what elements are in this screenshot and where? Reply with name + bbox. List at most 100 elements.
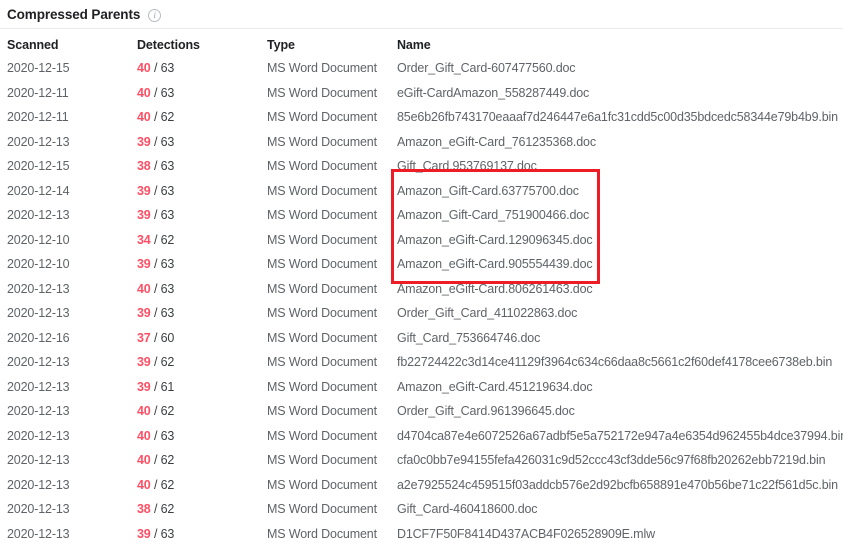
cell-name[interactable]: cfa0c0bb7e94155fefa426031c9d52ccc43cf3dd…: [390, 448, 843, 473]
table-row[interactable]: 2020-12-1540 / 63MS Word DocumentOrder_G…: [0, 56, 843, 81]
cell-type: MS Word Document: [260, 326, 390, 351]
header-divider: [0, 28, 843, 29]
cell-name[interactable]: Gift_Card-460418600.doc: [390, 497, 843, 522]
detection-total: / 63: [154, 159, 174, 173]
cell-name[interactable]: D1CF7F50F8414D437ACB4F026528909E.mlw: [390, 522, 843, 546]
table-row[interactable]: 2020-12-1340 / 62MS Word Documenta2e7925…: [0, 473, 843, 498]
detection-total: / 63: [154, 208, 174, 222]
cell-scanned: 2020-12-13: [0, 497, 130, 522]
cell-name[interactable]: Amazon_eGift-Card_761235368.doc: [390, 130, 843, 155]
compressed-parents-table: Scanned Detections Type Name 2020-12-154…: [0, 34, 843, 546]
cell-detections: 39 / 63: [130, 301, 260, 326]
cell-name[interactable]: Gift_Card.953769137.doc: [390, 154, 843, 179]
cell-scanned: 2020-12-11: [0, 81, 130, 106]
cell-name[interactable]: Gift_Card_753664746.doc: [390, 326, 843, 351]
cell-name[interactable]: Amazon_Gift-Card_751900466.doc: [390, 203, 843, 228]
cell-type: MS Word Document: [260, 522, 390, 546]
cell-type: MS Word Document: [260, 203, 390, 228]
detection-hits: 34: [137, 233, 151, 247]
cell-name[interactable]: fb22724422c3d14ce41129f3964c634c66daa8c5…: [390, 350, 843, 375]
column-header-scanned[interactable]: Scanned: [0, 34, 130, 56]
cell-type: MS Word Document: [260, 497, 390, 522]
table-row[interactable]: 2020-12-1340 / 63MS Word DocumentAmazon_…: [0, 277, 843, 302]
detection-hits: 37: [137, 331, 151, 345]
cell-detections: 38 / 63: [130, 154, 260, 179]
table-row[interactable]: 2020-12-1340 / 63MS Word Documentd4704ca…: [0, 424, 843, 449]
detection-total: / 61: [154, 380, 174, 394]
detection-total: / 62: [154, 478, 174, 492]
detection-hits: 39: [137, 306, 151, 320]
table-header: Scanned Detections Type Name: [0, 34, 843, 56]
cell-name[interactable]: Amazon_eGift-Card.451219634.doc: [390, 375, 843, 400]
cell-detections: 40 / 63: [130, 81, 260, 106]
cell-type: MS Word Document: [260, 399, 390, 424]
column-header-detections[interactable]: Detections: [130, 34, 260, 56]
column-header-name[interactable]: Name: [390, 34, 843, 56]
table-row[interactable]: 2020-12-1339 / 62MS Word Documentfb22724…: [0, 350, 843, 375]
table-row[interactable]: 2020-12-1140 / 62MS Word Document85e6b26…: [0, 105, 843, 130]
cell-detections: 39 / 62: [130, 350, 260, 375]
table-row[interactable]: 2020-12-1339 / 63MS Word DocumentOrder_G…: [0, 301, 843, 326]
panel-header: Compressed Parents i: [0, 0, 843, 22]
cell-type: MS Word Document: [260, 105, 390, 130]
detection-total: / 63: [154, 257, 174, 271]
cell-name[interactable]: d4704ca87e4e6072526a67adbf5e5a752172e947…: [390, 424, 843, 449]
table-row[interactable]: 2020-12-1034 / 62MS Word DocumentAmazon_…: [0, 228, 843, 253]
cell-name[interactable]: Amazon_eGift-Card.905554439.doc: [390, 252, 843, 277]
cell-detections: 40 / 63: [130, 424, 260, 449]
cell-name[interactable]: Order_Gift_Card.961396645.doc: [390, 399, 843, 424]
table-row[interactable]: 2020-12-1339 / 63MS Word DocumentAmazon_…: [0, 130, 843, 155]
table-row[interactable]: 2020-12-1637 / 60MS Word DocumentGift_Ca…: [0, 326, 843, 351]
cell-type: MS Word Document: [260, 301, 390, 326]
cell-scanned: 2020-12-13: [0, 277, 130, 302]
table-row[interactable]: 2020-12-1340 / 62MS Word DocumentOrder_G…: [0, 399, 843, 424]
detection-hits: 40: [137, 478, 151, 492]
cell-type: MS Word Document: [260, 375, 390, 400]
page-title: Compressed Parents: [7, 7, 140, 22]
table-row[interactable]: 2020-12-1039 / 63MS Word DocumentAmazon_…: [0, 252, 843, 277]
table-header-row: Scanned Detections Type Name: [0, 34, 843, 56]
cell-scanned: 2020-12-16: [0, 326, 130, 351]
cell-scanned: 2020-12-13: [0, 130, 130, 155]
cell-type: MS Word Document: [260, 179, 390, 204]
detection-total: / 63: [154, 527, 174, 541]
table-row[interactable]: 2020-12-1339 / 63MS Word DocumentD1CF7F5…: [0, 522, 843, 546]
table-row[interactable]: 2020-12-1340 / 62MS Word Documentcfa0c0b…: [0, 448, 843, 473]
detection-hits: 39: [137, 380, 151, 394]
table-row[interactable]: 2020-12-1439 / 63MS Word DocumentAmazon_…: [0, 179, 843, 204]
cell-name[interactable]: eGift-CardAmazon_558287449.doc: [390, 81, 843, 106]
cell-scanned: 2020-12-13: [0, 375, 130, 400]
detection-hits: 39: [137, 257, 151, 271]
cell-name[interactable]: Amazon_eGift-Card.129096345.doc: [390, 228, 843, 253]
cell-detections: 40 / 63: [130, 277, 260, 302]
table-row[interactable]: 2020-12-1339 / 63MS Word DocumentAmazon_…: [0, 203, 843, 228]
cell-type: MS Word Document: [260, 350, 390, 375]
table-row[interactable]: 2020-12-13 39 / 61 MS Word DocumentAmazon_…: [0, 375, 843, 400]
cell-detections: 39 / 63: [130, 203, 260, 228]
cell-name[interactable]: Amazon_eGift-Card.806261463.doc: [390, 277, 843, 302]
detection-hits: 40: [137, 282, 151, 296]
table-row[interactable]: 2020-12-1140 / 63MS Word DocumenteGift-C…: [0, 81, 843, 106]
detection-total: / 63: [154, 282, 174, 296]
cell-scanned: 2020-12-13: [0, 522, 130, 546]
cell-name[interactable]: Order_Gift_Card_411022863.doc: [390, 301, 843, 326]
table-row[interactable]: 2020-12-1338 / 62MS Word DocumentGift_Ca…: [0, 497, 843, 522]
info-icon[interactable]: i: [148, 9, 161, 22]
cell-name[interactable]: Order_Gift_Card-607477560.doc: [390, 56, 843, 81]
cell-type: MS Word Document: [260, 130, 390, 155]
detection-hits: 40: [137, 110, 151, 124]
detection-total: / 62: [154, 502, 174, 516]
cell-scanned: 2020-12-15: [0, 56, 130, 81]
cell-name[interactable]: a2e7925524c459515f03addcb576e2d92bcfb658…: [390, 473, 843, 498]
cell-detections: 39 / 63: [130, 522, 260, 546]
cell-detections: 40 / 62: [130, 105, 260, 130]
table-row[interactable]: 2020-12-1538 / 63MS Word DocumentGift_Ca…: [0, 154, 843, 179]
detection-total: / 63: [154, 306, 174, 320]
cell-scanned: 2020-12-10: [0, 252, 130, 277]
column-header-type[interactable]: Type: [260, 34, 390, 56]
cell-type: MS Word Document: [260, 154, 390, 179]
cell-name[interactable]: Amazon_Gift-Card.63775700.doc: [390, 179, 843, 204]
detection-total: / 62: [154, 233, 174, 247]
cell-name[interactable]: 85e6b26fb743170eaaaf7d246447e6a1fc31cdd5…: [390, 105, 843, 130]
cell-scanned: 2020-12-14: [0, 179, 130, 204]
